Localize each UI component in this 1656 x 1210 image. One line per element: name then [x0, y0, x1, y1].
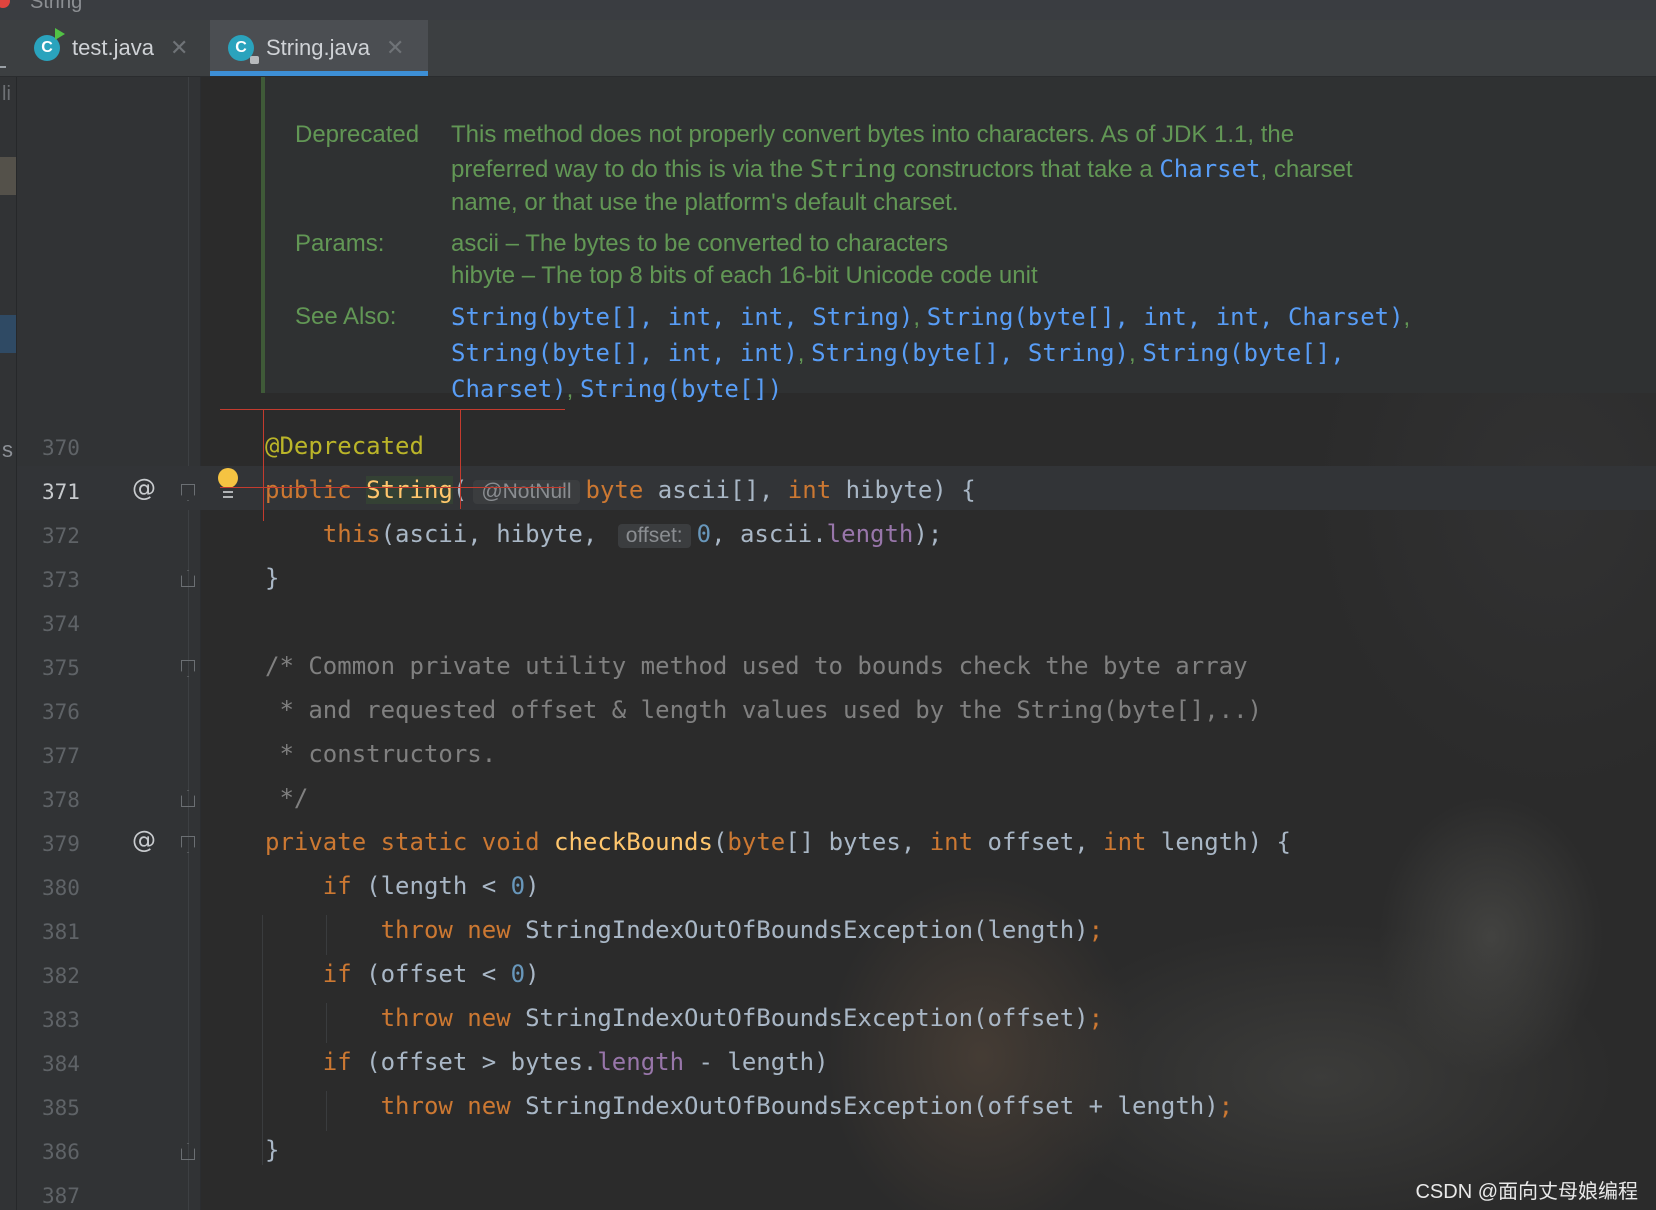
line-number: 385	[42, 1096, 80, 1120]
code-line-382[interactable]: if (offset < 0)	[265, 960, 540, 988]
doc-see-also: String(byte[], int, int, String), String…	[451, 303, 1411, 331]
param-hint: @NotNull	[473, 480, 580, 504]
doc-param: ascii – The bytes to be converted to cha…	[451, 230, 949, 257]
code-line-384[interactable]: if (offset > bytes.length - length)	[265, 1048, 829, 1076]
code-line-373[interactable]: }	[265, 564, 279, 592]
line-number: 383	[42, 1008, 80, 1032]
line-number: 373	[42, 568, 80, 592]
tab-string-java[interactable]: C String.java ✕	[210, 20, 428, 76]
close-tab-icon[interactable]: ✕	[170, 35, 188, 61]
override-marker-icon[interactable]: @	[132, 474, 156, 502]
java-class-icon: C	[34, 28, 65, 61]
code-line-377[interactable]: * constructors.	[265, 740, 496, 768]
line-number: 379	[42, 832, 80, 856]
doc-link[interactable]: String(byte[], int, int)	[451, 339, 798, 367]
line-number: 376	[42, 700, 80, 724]
line-number: 381	[42, 920, 80, 944]
code-line-372[interactable]: this(ascii, hibyte, offset: 0, ascii.leng…	[265, 520, 942, 548]
doc-link[interactable]: String(byte[], String)	[811, 339, 1129, 367]
active-tab-indicator	[210, 71, 428, 76]
gutter-divider	[188, 77, 189, 1210]
line-number: 370	[42, 436, 80, 460]
line-number: 386	[42, 1140, 80, 1164]
line-number: 374	[42, 612, 80, 636]
code-line-370[interactable]: @Deprecated	[265, 432, 424, 460]
intention-bulb-icon[interactable]	[217, 468, 239, 498]
close-window-icon[interactable]	[0, 0, 10, 8]
code-line-383[interactable]: throw new StringIndexOutOfBoundsExceptio…	[265, 1004, 1103, 1032]
code-line-379[interactable]: private static void checkBounds(byte[] b…	[265, 828, 1291, 856]
window-title: String	[30, 0, 83, 13]
tool-strip-text: s	[2, 437, 13, 462]
line-number: 387	[42, 1184, 80, 1208]
indent-guide	[262, 915, 263, 1165]
watermark-text: CSDN @面向丈母娘编程	[1415, 1181, 1638, 1203]
tab-test-java[interactable]: C test.java ✕	[34, 20, 188, 76]
doc-link[interactable]: String(byte[])	[580, 375, 782, 403]
line-number: 382	[42, 964, 80, 988]
doc-deprecated-label: Deprecated	[295, 121, 420, 148]
line-number: 384	[42, 1052, 80, 1076]
doc-link[interactable]: Charset)	[451, 375, 567, 403]
param-hint: offset:	[617, 524, 691, 548]
code-line-375[interactable]: /* Common private utility method used to…	[265, 652, 1248, 680]
line-number: 378	[42, 788, 80, 812]
override-marker-icon[interactable]: @	[132, 826, 156, 854]
editor-tab-bar: C test.java ✕ C String.java ✕	[0, 20, 1656, 77]
tab-label: String.java	[266, 35, 370, 60]
javadoc-bar	[261, 77, 265, 393]
doc-see-also-label: See Also:	[295, 303, 397, 330]
tool-strip-selected-marker[interactable]	[0, 315, 16, 353]
code-line-378[interactable]: */	[265, 784, 308, 812]
code-line-385[interactable]: throw new StringIndexOutOfBoundsExceptio…	[265, 1092, 1234, 1120]
code-line-386[interactable]: }	[265, 1136, 279, 1164]
code-line-380[interactable]: if (length < 0)	[265, 872, 540, 900]
annotation-line	[220, 487, 565, 488]
doc-params-label: Params:	[295, 230, 385, 257]
window-title-bar: String	[0, 0, 1656, 20]
tab-bar-menu-icon[interactable]	[0, 66, 6, 68]
line-number: 371	[42, 480, 80, 504]
doc-link[interactable]: String(byte[], int, int, String)	[451, 303, 913, 331]
doc-link[interactable]: Charset	[1159, 155, 1260, 183]
tool-strip-marker[interactable]	[0, 157, 16, 195]
project-tool-strip: li s	[0, 77, 17, 1210]
code-line-381[interactable]: throw new StringIndexOutOfBoundsExceptio…	[265, 916, 1103, 944]
doc-link[interactable]: String(byte[],	[1142, 339, 1344, 367]
doc-see-also: Charset), String(byte[])	[451, 375, 783, 403]
annotation-line	[460, 409, 461, 509]
annotation-line	[220, 409, 565, 410]
doc-link[interactable]: String(byte[], int, int, Charset)	[927, 303, 1404, 331]
doc-deprecated-text: name, or that use the platform's default…	[451, 189, 959, 216]
java-class-readonly-icon: C	[228, 35, 259, 64]
line-number: 377	[42, 744, 80, 768]
annotation-line	[263, 409, 264, 521]
tab-label: test.java	[72, 35, 154, 60]
code-line-376[interactable]: * and requested offset & length values u…	[265, 696, 1262, 724]
doc-param: hibyte – The top 8 bits of each 16-bit U…	[451, 262, 1038, 289]
line-number: 372	[42, 524, 80, 548]
code-line-371[interactable]: public String(@NotNullbyte ascii[], int …	[265, 476, 976, 504]
doc-deprecated-text: preferred way to do this is via the Stri…	[451, 155, 1353, 183]
doc-deprecated-text: This method does not properly convert by…	[451, 121, 1295, 148]
line-number: 380	[42, 876, 80, 900]
line-number: 375	[42, 656, 80, 680]
doc-see-also: String(byte[], int, int), String(byte[],…	[451, 339, 1345, 367]
close-tab-icon[interactable]: ✕	[386, 35, 404, 61]
editor-gutter[interactable]	[17, 77, 200, 1210]
tool-strip-text: li	[2, 83, 11, 105]
